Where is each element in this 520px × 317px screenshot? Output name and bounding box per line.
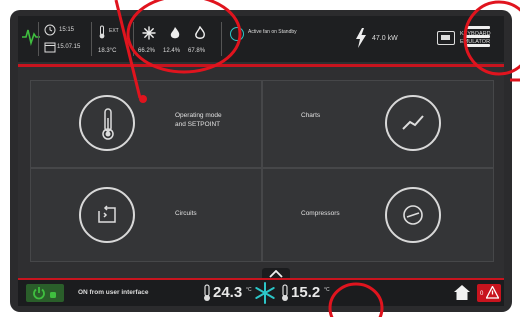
- datetime-cell: 15:15 15.07.15: [42, 22, 92, 56]
- tile-icon-ring: [79, 95, 135, 151]
- ext-label: EXT: [109, 28, 119, 34]
- inlet-temp: 24.3: [213, 284, 243, 301]
- thermometer-icon: [102, 108, 114, 140]
- snowflake-icon: [255, 282, 275, 304]
- date-text: 15.07.15: [57, 44, 81, 50]
- thermometer-icon: [99, 25, 105, 39]
- chevron-up-icon: [269, 270, 283, 278]
- tile-charts[interactable]: Charts: [262, 80, 494, 168]
- flame-icon: [170, 27, 180, 39]
- calendar-icon: [44, 42, 56, 53]
- tile-icon-ring: [79, 187, 135, 243]
- ext-temp-cell: EXT 18.3°C: [94, 22, 134, 56]
- alarm-button[interactable]: 0: [477, 284, 501, 302]
- tile-icon-ring: [385, 187, 441, 243]
- bottom-status-bar: ON from user interface 24.3 °C 15.2 °C 0: [18, 280, 504, 306]
- chart-line-icon: [402, 115, 424, 130]
- tile-label-operating-2: and SETPOINT: [175, 121, 221, 128]
- flame-icon: [195, 26, 205, 39]
- device-frame: 15:15 15.07.15 EXT 18.3°C 66.2% 12.4% 67…: [10, 10, 512, 312]
- tile-label-compressors: Compressors: [301, 210, 340, 217]
- lightning-icon: [356, 28, 366, 48]
- standby-cell: Active fan on Standby: [224, 22, 324, 56]
- fan-burner-cell: 66.2% 12.4% 67.8%: [136, 22, 222, 56]
- tile-icon-ring: [385, 95, 441, 151]
- alarm-count: 0: [480, 291, 484, 297]
- tile-compressors[interactable]: Compressors: [262, 168, 494, 262]
- status-text: ON from user interface: [78, 289, 149, 296]
- power-icon: [33, 287, 45, 300]
- hamburger-menu-icon[interactable]: [466, 26, 490, 48]
- hmi-screen: 15:15 15.07.15 EXT 18.3°C 66.2% 12.4% 67…: [18, 16, 504, 306]
- time-text: 15:15: [59, 27, 75, 33]
- fan-icon: [142, 26, 156, 40]
- fan-percent: 66.2%: [138, 48, 156, 54]
- ext-temp: 18.3°C: [98, 48, 117, 54]
- top-status-bar: 15:15 15.07.15 EXT 18.3°C 66.2% 12.4% 67…: [18, 16, 504, 62]
- tile-label-operating-1: Operating mode: [175, 112, 222, 119]
- tile-label-circuits: Circuits: [175, 210, 197, 217]
- tile-circuits[interactable]: Circuits: [30, 168, 262, 262]
- thermometer-icon: [204, 284, 210, 301]
- divider: [38, 22, 39, 56]
- inlet-temp-unit: °C: [246, 287, 252, 293]
- burner2-percent: 67.8%: [188, 48, 206, 54]
- clock-icon: [44, 24, 56, 36]
- circuit-icon: [98, 205, 116, 223]
- power-button[interactable]: [26, 284, 64, 302]
- hand-icon: [50, 292, 56, 298]
- thermometer-icon: [282, 284, 288, 301]
- power-value: 47.0 kW: [372, 35, 398, 42]
- compressor-icon: [403, 205, 423, 225]
- tile-label-charts: Charts: [301, 112, 321, 119]
- standby-icon: [230, 27, 244, 41]
- tile-operating-mode[interactable]: Operating mode and SETPOINT: [30, 80, 262, 168]
- outlet-temp-unit: °C: [324, 287, 330, 293]
- standby-text: Active fan on Standby: [248, 29, 297, 35]
- home-icon[interactable]: [454, 285, 470, 300]
- outlet-temp: 15.2: [291, 284, 321, 301]
- keyboard-icon[interactable]: [437, 31, 455, 45]
- burner1-percent: 12.4%: [163, 48, 181, 54]
- alarm-icon: [486, 286, 499, 299]
- top-accent-line: [18, 64, 504, 67]
